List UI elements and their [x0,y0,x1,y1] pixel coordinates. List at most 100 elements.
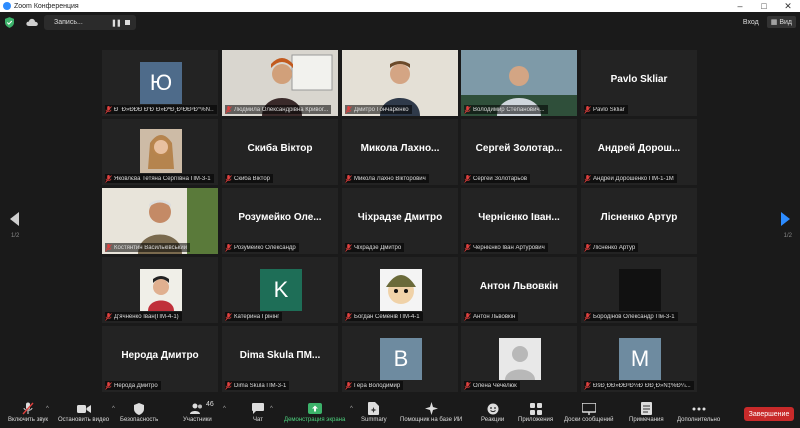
recording-label: Запись... [54,19,83,26]
participant-tile[interactable]: Андрей Дорош... Андрей Дорошенко ПМ-1-1М [581,119,697,185]
video-options-caret[interactable]: ^ [112,406,115,412]
participant-tile[interactable]: Чернієнко Іван... Чернієнко Іван Артурови… [461,188,577,254]
more-button[interactable]: Дополнительно [677,402,720,426]
participant-tile[interactable]: Микола Лахно... Микола Лахно Вікторович [342,119,458,185]
participant-name-caption: Микола Лахно Вікторович [345,174,429,183]
participant-tile[interactable]: Чіхрадзе Дмитро Чіхрадзе Дмитро [342,188,458,254]
participant-name: Катерина Грінінг [234,313,280,320]
participant-name: Антон Львовкін [473,313,516,320]
participant-tile[interactable]: Dima Skula ПМ... Dima Skula ПМ-3-1 [222,326,338,392]
participant-name-caption: Ð¯Ð»ÐÐÐ Ð‘Ð´Ð»ÐºÐ¸Ð¹ÐÐ²Ð°%Ñ… [105,105,217,114]
participant-name-caption: Нерода Дмитро [105,381,161,390]
participant-name-caption: Дмитро Гончаренко [345,105,412,114]
whiteboards-button[interactable]: Доски сообщений [564,402,614,426]
muted-mic-icon [345,312,352,321]
participants-options-caret[interactable]: ^ [223,406,226,412]
participant-name-caption: Сергей Золотарьов [464,174,531,183]
unmute-button[interactable]: Включить звук [8,402,48,426]
participant-name-caption: ÐšÐ¸ÐÐ»ÐÐ²Ð½Ð´ÐÐ¸Ð»Ñ‡%Ð¼... [584,381,694,390]
participant-tile[interactable]: Богдан Семенів ПМ-4-1 [342,257,458,323]
end-meeting-button[interactable]: Завершение [744,407,794,421]
participants-count: 46 [206,401,214,408]
participant-name-caption: Олена Чечелюк [464,381,520,390]
security-button[interactable]: Безопасность [120,402,158,426]
pause-recording-icon[interactable]: ❚❚ [111,19,122,27]
participant-tile[interactable]: Сергей Золотар... Сергей Золотарьов [461,119,577,185]
muted-mic-icon [345,381,352,390]
participant-name: Чіхрадзе Дмитро [354,244,402,251]
reactions-button[interactable]: Реакции [481,402,504,426]
participant-tile[interactable]: Ю Ð¯Ð»ÐÐÐ Ð‘Ð´Ð»ÐºÐ¸Ð¹ÐÐ²Ð°%Ñ… [102,50,218,116]
muted-mic-icon [584,174,591,183]
participant-tile[interactable]: M ÐšÐ¸ÐÐ»ÐÐ²Ð½Ð´ÐÐ¸Ð»Ñ‡%Ð¼... [581,326,697,392]
participant-tile[interactable]: K Катерина Грінінг [222,257,338,323]
participant-tile[interactable]: Дмитро Гончаренко [342,50,458,116]
participant-display-name: Сергей Золотар... [475,142,563,154]
participant-tile[interactable]: Pavlo Skliar Pavlo Skliar [581,50,697,116]
participant-name: Dima Skula ПМ-3-1 [234,382,287,389]
participant-tile[interactable]: Олена Чечелюк [461,326,577,392]
participant-tile[interactable]: Нерода Дмитро Нерода Дмитро [102,326,218,392]
participant-name: Володимир Степанович... [473,106,545,113]
zoom-logo-icon [3,2,11,10]
participant-avatar: B [380,338,422,380]
window-title: Zoom Конференция [14,2,79,10]
participant-name-caption: Гера Володимир [345,381,404,390]
participant-name: Скиба Віктор [234,175,270,182]
ai-companion-button[interactable]: Помощник на базе ИИ [400,402,462,426]
whiteboards-label: Доски сообщений [564,417,614,423]
summary-button[interactable]: Summary [361,402,387,426]
participant-name-caption: Богдан Семенів ПМ-4-1 [345,312,423,321]
apps-grid-icon [528,402,544,415]
muted-mic-icon [105,312,112,321]
participant-tile[interactable]: Яковлєва Тетяна Сергіївна ПМ-3-1 [102,119,218,185]
participant-name: Розумейко Олександр [234,244,296,251]
muted-mic-icon [584,381,591,390]
apps-button[interactable]: Приложения [518,402,553,426]
view-button[interactable]: ▦ Вид [766,16,796,28]
participant-name: ÐšÐ¸ÐÐ»ÐÐ²Ð½Ð´ÐÐ¸Ð»Ñ‡%Ð¼... [593,382,691,389]
page-indicator-right: 1/2 [783,233,792,239]
minimize-button[interactable]: – [728,0,752,12]
chat-button[interactable]: Чат [250,402,266,426]
muted-mic-icon [345,243,352,252]
participant-name: Яковлєва Тетяна Сергіївна ПМ-3-1 [114,175,211,182]
share-options-caret[interactable]: ^ [350,406,353,412]
participant-tile[interactable]: Скиба Віктор Скиба Віктор [222,119,338,185]
participant-name-caption: Катерина Грінінг [225,312,283,321]
participant-name: Лісненко Артур [593,244,636,251]
stop-video-button[interactable]: Остановить видео [58,402,109,426]
notes-icon [638,402,654,415]
security-shield-icon[interactable] [5,17,14,28]
participants-icon [189,402,205,415]
stop-recording-icon[interactable] [125,20,130,25]
chat-options-caret[interactable]: ^ [270,406,273,412]
enter-button[interactable]: Вход [739,17,763,28]
muted-mic-icon [464,312,471,321]
notes-button[interactable]: Примечания [629,402,664,426]
participant-tile[interactable]: Лісненко Артур Лісненко Артур [581,188,697,254]
participant-tile[interactable]: Антон Львовкін Антон Львовкін [461,257,577,323]
chat-bubble-icon [250,402,266,415]
participant-tile[interactable]: Людмила Олександрівна Кривог... [222,50,338,116]
maximize-button[interactable]: □ [752,0,776,12]
participant-tile[interactable]: Володимир Степанович... [461,50,577,116]
participant-tile[interactable]: Розумейко Оле... Розумейко Олександр [222,188,338,254]
participant-display-name: Антон Львовкін [479,280,559,292]
participant-tile[interactable]: Костянтин Васильківський [102,188,218,254]
share-screen-button[interactable]: Демонстрация экрана [284,402,345,426]
muted-mic-icon [464,105,471,114]
participant-display-name: Чернієнко Іван... [478,211,560,223]
participant-tile[interactable]: Д'ячненко Іван(ПМ-4-1) [102,257,218,323]
audio-options-caret[interactable]: ^ [46,406,49,412]
close-button[interactable]: ✕ [776,0,800,12]
participant-tile[interactable]: Бородінов Олександр Пм-3-1 [581,257,697,323]
muted-mic-icon [345,174,352,183]
muted-mic-icon [225,243,232,252]
next-page-arrow-icon[interactable] [780,212,790,226]
participant-tile[interactable]: B Гера Володимир [342,326,458,392]
page-indicator-left: 1/2 [11,233,20,239]
previous-page-arrow-icon[interactable] [10,212,20,226]
window-titlebar: Zoom Конференция – □ ✕ [0,0,800,12]
participant-name: Людмила Олександрівна Кривог... [234,106,329,113]
